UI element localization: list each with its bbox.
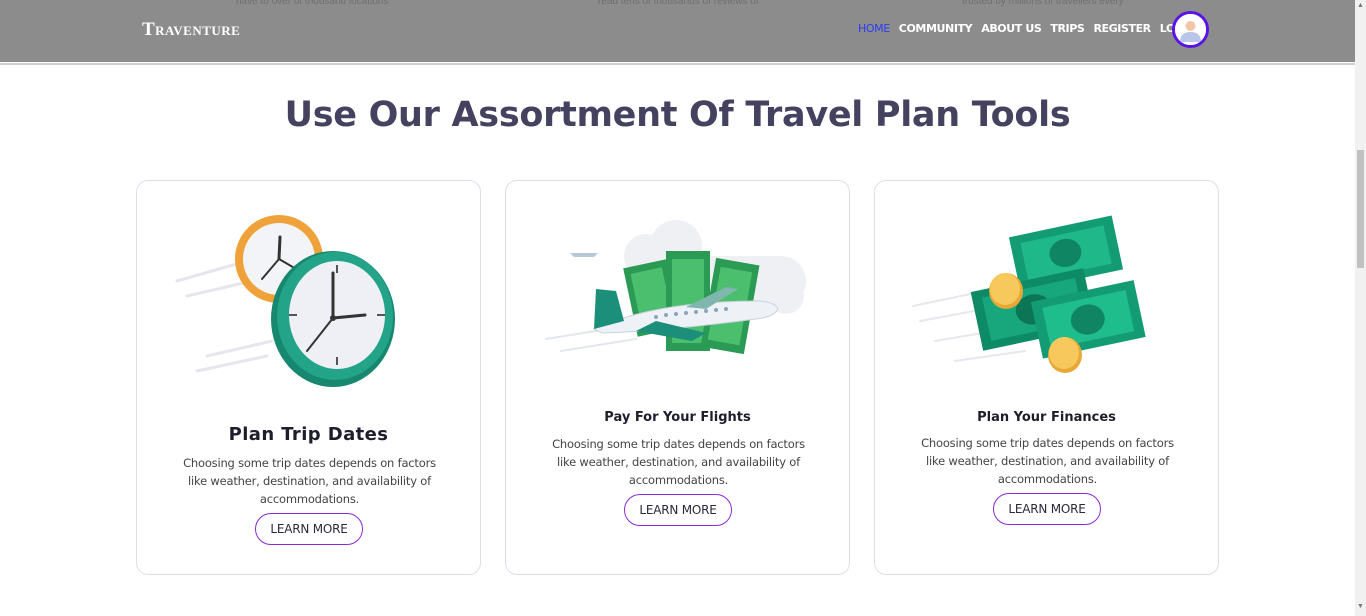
scrollbar-thumb[interactable] [1357,150,1364,268]
learn-more-button[interactable]: LEARN MORE [624,494,732,526]
page-scrollbar[interactable]: ▲ ▼ [1355,0,1366,616]
money-coins-icon [912,215,1146,373]
header-divider [0,63,1355,65]
user-avatar-button[interactable] [1172,11,1209,48]
main-nav: HOME COMMUNITY ABOUT US TRIPS REGISTER L… [858,22,1196,35]
tool-card-plan-dates: Plan Trip Dates Choosing some trip dates… [136,180,481,575]
top-navbar: have to over of thousand locations read … [0,0,1355,62]
card-description: Choosing some trip dates depends on fact… [183,456,436,506]
scroll-down-icon[interactable]: ▼ [1357,603,1364,610]
background-text: have to over of thousand locations [236,0,389,7]
card-title: Plan Trip Dates [228,424,389,445]
nav-home[interactable]: HOME [858,22,890,35]
airplane-money-icon [545,220,806,355]
scroll-up-icon[interactable]: ▲ [1357,2,1364,9]
background-text: read tens of thousands of reviews of [598,0,759,7]
card-description: Choosing some trip dates depends on fact… [921,436,1174,486]
tool-card-flights: Pay For Your Flights Choosing some trip … [505,180,850,575]
nav-trips[interactable]: TRIPS [1050,22,1084,35]
brand-logo[interactable]: Traventure [142,19,240,41]
nav-community[interactable]: COMMUNITY [899,22,973,35]
nav-register[interactable]: REGISTER [1093,22,1151,35]
user-icon [1175,14,1206,45]
learn-more-button[interactable]: LEARN MORE [993,493,1101,525]
card-description: Choosing some trip dates depends on fact… [552,437,805,487]
card-title: Pay For Your Flights [604,410,751,425]
tool-card-finances: Plan Your Finances Choosing some trip da… [874,180,1219,575]
clock-icon [175,215,395,387]
section-title: Use Our Assortment Of Travel Plan Tools [284,95,1071,135]
background-text: trusted by millions of travellers every [962,0,1124,7]
card-title: Plan Your Finances [977,410,1116,425]
learn-more-button[interactable]: LEARN MORE [255,513,363,545]
nav-about-us[interactable]: ABOUT US [981,22,1042,35]
